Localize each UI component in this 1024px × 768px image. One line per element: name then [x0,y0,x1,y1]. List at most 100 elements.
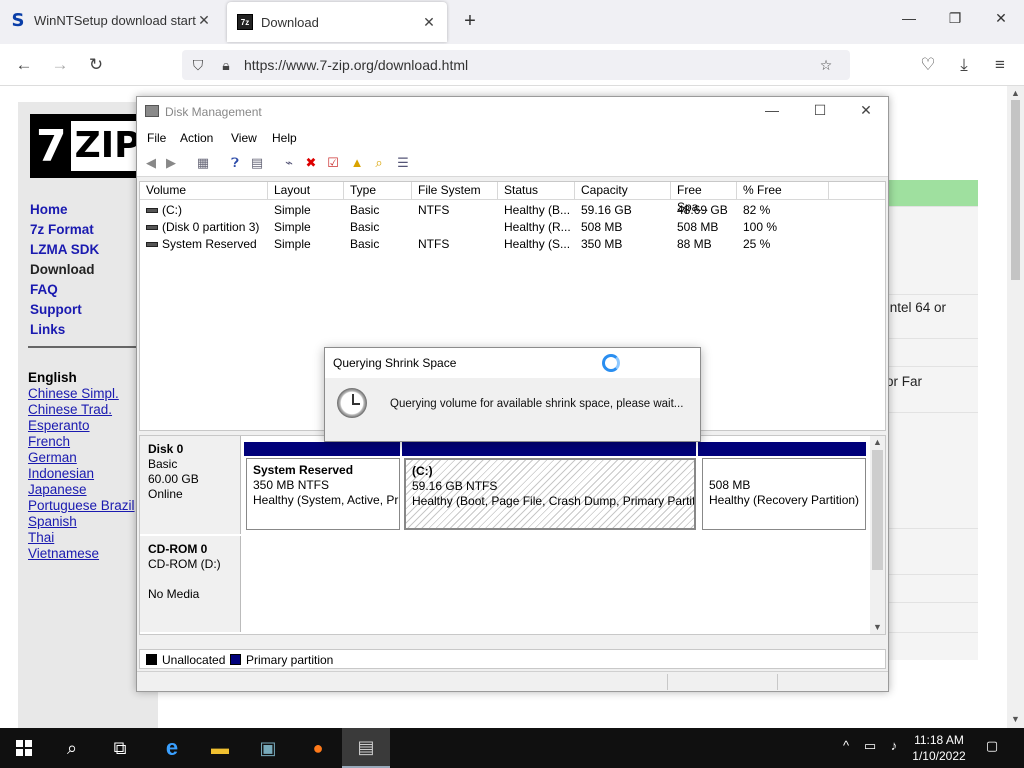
menu-action[interactable]: Action [180,131,213,145]
scroll-up-icon[interactable]: ▲ [870,437,885,447]
system-clock[interactable]: 11:18 AM 1/10/2022 [908,732,970,764]
menu-view[interactable]: View [231,131,257,145]
help-icon[interactable]: ❓︎ [227,155,243,171]
querying-shrink-dialog[interactable]: Querying Shrink Space Querying volume fo… [324,347,701,442]
lang-link[interactable]: Chinese Trad. [28,402,135,418]
table-row[interactable]: System Reserved Simple Basic NTFS Health… [140,236,885,253]
volume-icon[interactable]: ♪ [884,738,904,753]
lock-icon[interactable]: 🔒︎ [216,55,236,75]
search-icon[interactable]: ⌕ [48,728,96,768]
lang-link[interactable]: Portuguese Brazil [28,498,135,514]
menu-help[interactable]: Help [272,131,297,145]
window-title-bar[interactable]: Disk Management — ☐ ✕ [137,97,888,127]
properties-icon[interactable]: ▤ [249,155,265,171]
notifications-icon[interactable]: ▢ [982,738,1002,754]
back-arrow-icon[interactable]: ← [12,53,36,77]
firefox-icon[interactable]: ● [294,728,342,768]
restore-button[interactable]: ❐ [940,10,970,27]
close-window-button[interactable]: ✕ [986,10,1016,27]
cell-pct: 25 % [743,237,771,251]
pocket-icon[interactable]: ♡ [916,53,940,77]
col-status[interactable]: Status [498,182,575,200]
partition-recovery[interactable]: 508 MB Healthy (Recovery Partition) [702,458,866,530]
network-icon[interactable]: ▭ [860,738,880,754]
internet-explorer-icon[interactable]: e [148,728,196,768]
table-row[interactable]: (C:) Simple Basic NTFS Healthy (B... 59.… [140,202,885,219]
task-view-icon[interactable]: ⧉ [96,728,144,768]
window-title: Disk Management [165,105,262,119]
connect-icon[interactable]: ⌁ [281,155,297,171]
scroll-down-icon[interactable]: ▼ [870,622,885,632]
minimize-button[interactable]: — [757,102,787,118]
minimize-button[interactable]: — [894,10,924,26]
lang-link[interactable]: Vietnamese [28,546,135,562]
col-percent-free[interactable]: % Free [737,182,829,200]
nav-lzma-sdk[interactable]: LZMA SDK [30,240,99,260]
start-windows-icon[interactable] [0,728,48,768]
page-scrollbar[interactable]: ▲ ▼ [1007,86,1024,728]
new-tab-button[interactable]: + [458,10,482,34]
maximize-button[interactable]: ☐ [805,102,835,119]
col-type[interactable]: Type [344,182,412,200]
tab-download[interactable]: 7z Download ✕ [227,2,447,42]
partition-c[interactable]: (C:) 59.16 GB NTFS Healthy (Boot, Page F… [404,458,696,530]
disk-management-taskbar-icon[interactable]: ▤ [342,728,390,768]
menu-hamburger-icon[interactable]: ≡ [988,53,1012,77]
cdrom0-label[interactable]: CD-ROM 0 CD-ROM (D:) No Media [140,536,241,632]
lang-link[interactable]: Esperanto [28,418,135,434]
file-explorer-icon[interactable]: ▬ [196,728,244,768]
list-view-icon[interactable]: ☰ [395,155,411,171]
tab-winntsetup[interactable]: S WinNTSetup download starting ✕ [0,0,222,40]
graph-scrollbar[interactable]: ▲ ▼ [870,436,885,634]
tab-close-icon[interactable]: ✕ [196,12,212,29]
menu-file[interactable]: File [147,131,166,145]
lang-link[interactable]: Thai [28,530,135,546]
partition-system-reserved[interactable]: System Reserved 350 MB NTFS Healthy (Sys… [246,458,400,530]
nav-7z-format[interactable]: 7z Format [30,220,99,240]
forward-arrow-icon[interactable]: → [48,53,72,77]
bookmark-star-icon[interactable]: ☆ [816,55,836,75]
folder-up-icon[interactable]: ▲ [349,155,365,171]
col-volume[interactable]: Volume [140,182,268,200]
delete-icon[interactable]: ✖ [303,155,319,171]
show-hidden-icons-icon[interactable]: ^ [836,738,856,753]
address-bar[interactable]: ⛉ 🔒︎ https://www.7-zip.org/download.html… [182,50,850,80]
col-free-space[interactable]: Free Spa... [671,182,737,214]
lang-link[interactable]: Chinese Simpl. [28,386,135,402]
url-text[interactable]: https://www.7-zip.org/download.html [244,57,468,73]
reload-icon[interactable]: ↻ [84,53,108,77]
disk0-label[interactable]: Disk 0 Basic 60.00 GB Online [140,436,241,534]
lang-link[interactable]: Indonesian [28,466,135,482]
table-row[interactable]: (Disk 0 partition 3) Simple Basic Health… [140,219,885,236]
lang-link[interactable]: Spanish [28,514,135,530]
shield-icon[interactable]: ⛉ [188,55,208,75]
forward-icon[interactable]: ▶ [163,155,179,171]
nav-faq[interactable]: FAQ [30,280,99,300]
partition-strip [698,442,866,456]
scrollbar-thumb[interactable] [872,450,883,570]
tab-close-icon[interactable]: ✕ [421,14,437,31]
show-hide-tree-icon[interactable]: ▦ [195,155,211,171]
scrollbar-thumb[interactable] [1011,100,1020,280]
downloads-icon[interactable]: ⤓ [952,53,976,77]
scroll-up-icon[interactable]: ▲ [1007,88,1024,98]
check-icon[interactable]: ☑ [325,155,341,171]
partition-strip [402,442,696,456]
lang-link[interactable]: German [28,450,135,466]
col-layout[interactable]: Layout [268,182,344,200]
7zip-logo[interactable]: 7 ZIP [30,114,145,178]
lang-link[interactable]: French [28,434,135,450]
search-folder-icon[interactable]: ⌕ [371,155,387,171]
col-capacity[interactable]: Capacity [575,182,671,200]
nav-support[interactable]: Support [30,300,99,320]
close-button[interactable]: ✕ [851,102,881,119]
lang-link[interactable]: Japanese [28,482,135,498]
col-file-system[interactable]: File System [412,182,498,200]
nav-links[interactable]: Links [30,320,99,340]
server-manager-icon[interactable]: ▣ [244,728,292,768]
softpedia-favicon-icon: S [11,9,25,31]
dialog-title-bar[interactable]: Querying Shrink Space [325,348,700,378]
nav-home[interactable]: Home [30,200,99,220]
scroll-down-icon[interactable]: ▼ [1007,714,1024,724]
back-icon[interactable]: ◀ [143,155,159,171]
